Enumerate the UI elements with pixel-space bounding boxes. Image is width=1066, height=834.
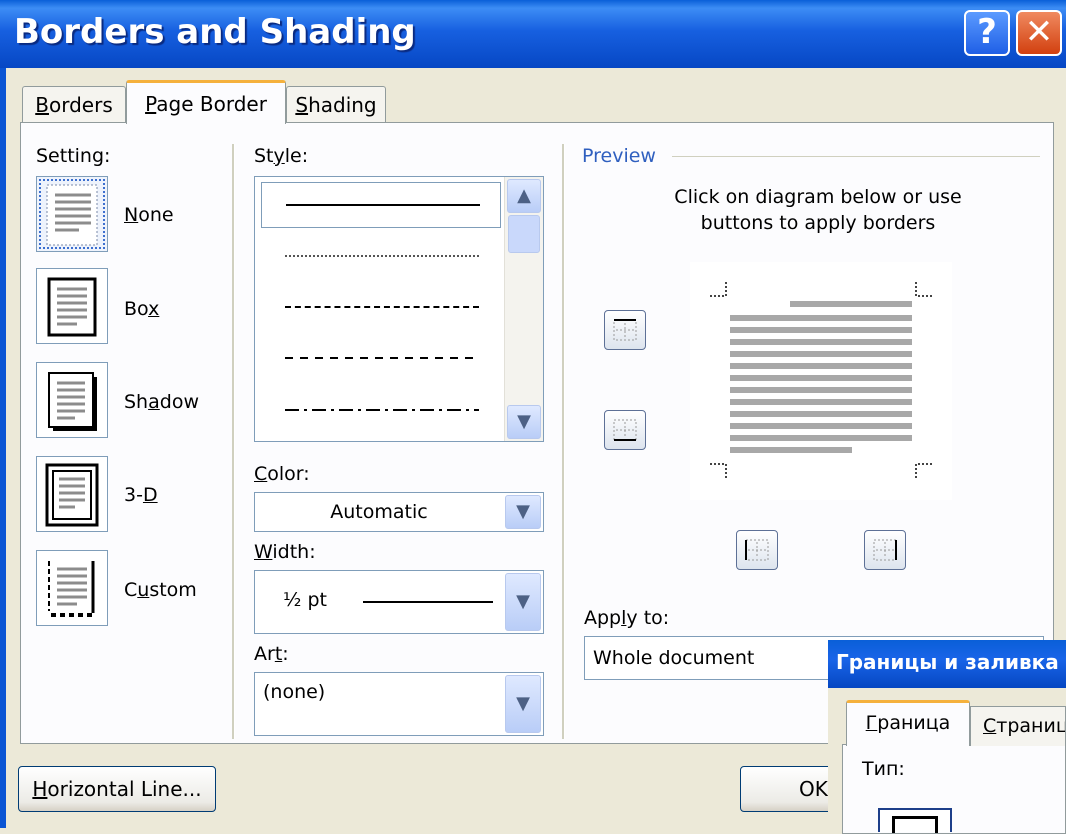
setting-none-label: None	[124, 204, 174, 226]
left-border-button[interactable]	[736, 530, 778, 570]
setting-box-button[interactable]	[36, 268, 108, 344]
width-preview-line	[363, 601, 493, 603]
setting-custom-icon	[48, 561, 95, 617]
right-border-icon	[873, 539, 897, 561]
preview-group-line	[672, 156, 1040, 157]
style-option-long-dash[interactable]	[285, 357, 479, 359]
separator	[232, 144, 235, 739]
setting-3d-label: 3-D	[124, 484, 158, 506]
preview-instructions: Click on diagram below or use buttons to…	[674, 186, 962, 234]
help-button[interactable]: ?	[964, 10, 1010, 56]
width-dropdown[interactable]: ½ pt ▼	[254, 570, 544, 634]
setting-3d-icon	[45, 463, 99, 527]
preview-diagram[interactable]	[690, 262, 952, 500]
art-dropdown[interactable]: (none) ▼	[254, 672, 544, 736]
style-scrollbar[interactable]: ▲ ▼	[504, 177, 543, 441]
right-border-button[interactable]	[864, 530, 906, 570]
setting-3d-button[interactable]	[36, 456, 108, 532]
overlay-type-label: Тип:	[862, 758, 905, 780]
top-border-icon	[613, 319, 637, 341]
tab-borders[interactable]: Borders	[22, 86, 126, 124]
apply-to-value: Whole document	[593, 647, 755, 669]
overlay-tab-page[interactable]: Страниц	[970, 706, 1066, 746]
color-dropdown[interactable]: Automatic ▼	[254, 492, 544, 532]
window-frame	[0, 68, 6, 828]
style-option-dashed[interactable]	[285, 306, 479, 308]
chevron-down-icon[interactable]: ▼	[505, 495, 541, 529]
setting-none-button[interactable]	[36, 176, 108, 252]
width-value: ½ pt	[283, 589, 327, 611]
preview-page-icon	[710, 282, 932, 478]
color-value: Automatic	[330, 501, 428, 523]
setting-label: Setting:	[36, 145, 111, 167]
bottom-border-icon	[613, 419, 637, 441]
chevron-down-icon[interactable]: ▼	[505, 573, 541, 631]
width-label: Width:	[254, 541, 316, 563]
setting-none-icon	[46, 184, 98, 246]
left-border-icon	[745, 539, 769, 561]
style-option-dash-dot[interactable]	[285, 409, 479, 411]
scroll-up-icon[interactable]: ▲	[507, 179, 541, 213]
scroll-down-icon[interactable]: ▼	[507, 405, 541, 439]
setting-custom-button[interactable]	[36, 550, 108, 626]
preview-label: Preview	[582, 145, 656, 167]
top-border-button[interactable]	[604, 310, 646, 350]
style-list[interactable]: ▲ ▼	[254, 176, 544, 442]
dialog-title: Borders and Shading	[14, 12, 416, 52]
setting-custom-label: Custom	[124, 579, 197, 601]
bottom-border-button[interactable]	[604, 410, 646, 450]
overlay-tab-border[interactable]: Граница	[846, 700, 970, 746]
chevron-down-icon[interactable]: ▼	[505, 675, 541, 733]
style-option-dotted[interactable]	[285, 255, 479, 257]
setting-box-label: Box	[124, 298, 160, 320]
overlay-title: Границы и заливка	[836, 650, 1059, 674]
close-button[interactable]: ✕	[1016, 10, 1062, 56]
overlay-setting-icon[interactable]	[878, 808, 952, 833]
tab-shading[interactable]: Shading	[286, 86, 386, 124]
horizontal-line-button[interactable]: Horizontal Line...	[18, 766, 216, 812]
color-label: Color:	[254, 463, 310, 485]
overlay-dialog: Границы и заливка Граница Страниц Тип:	[828, 640, 1066, 834]
style-label: Style:	[254, 145, 309, 167]
separator	[562, 144, 565, 739]
style-option-selected[interactable]	[261, 182, 501, 228]
setting-shadow-button[interactable]	[36, 362, 108, 438]
art-label: Art:	[254, 643, 289, 665]
setting-shadow-label: Shadow	[124, 391, 199, 413]
setting-box-icon	[47, 277, 97, 337]
apply-to-label: Apply to:	[584, 607, 670, 629]
art-value: (none)	[263, 681, 326, 703]
setting-shadow-icon	[48, 372, 97, 431]
scroll-thumb[interactable]	[508, 215, 540, 253]
overlay-title-bar[interactable]: Границы и заливка	[828, 640, 1066, 688]
tab-page-border[interactable]: Page Border	[126, 80, 286, 124]
